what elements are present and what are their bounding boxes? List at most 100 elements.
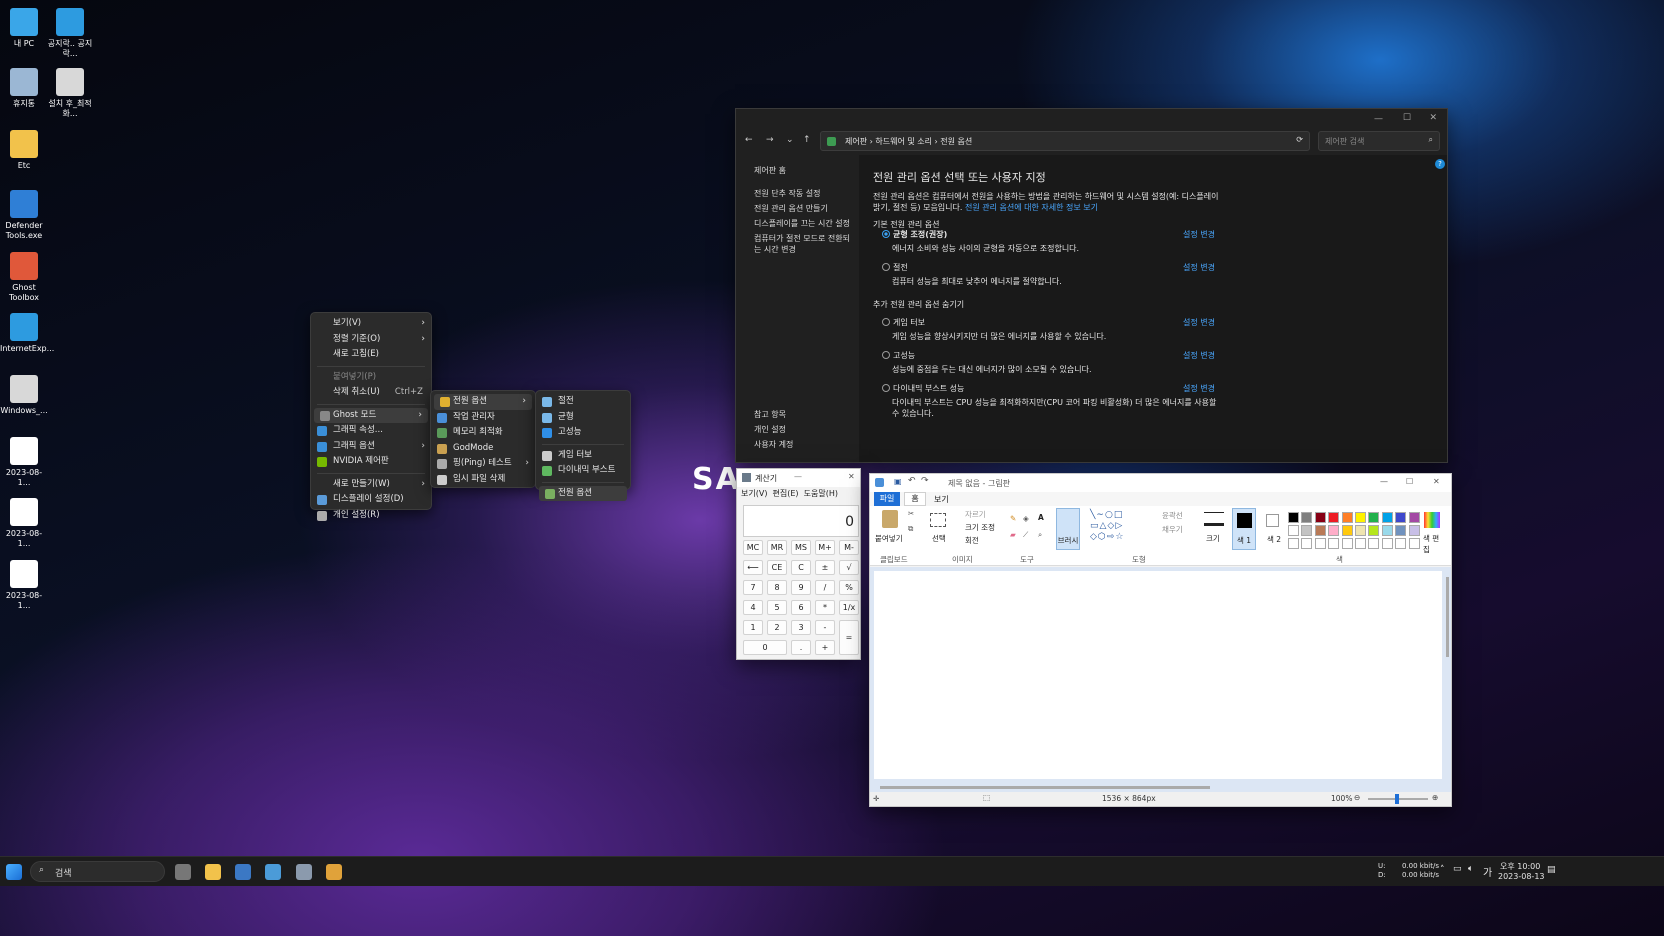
palette-swatch[interactable] — [1288, 512, 1299, 523]
drawing-canvas[interactable] — [874, 571, 1442, 779]
taskbar-search[interactable]: ⌕ 검색 — [30, 861, 165, 882]
tray-chevron-icon[interactable]: ˄ — [1440, 865, 1445, 875]
vertical-scrollbar[interactable] — [1446, 577, 1449, 657]
calc-key[interactable]: M+ — [815, 540, 835, 555]
calc-key[interactable]: ± — [815, 560, 835, 575]
palette-empty-swatch[interactable] — [1328, 538, 1340, 549]
sidebar-link[interactable]: 사용자 계정 — [754, 439, 793, 450]
forward-icon[interactable]: → — [766, 135, 774, 145]
paste-icon[interactable] — [882, 510, 898, 528]
edit-colors-icon[interactable] — [1424, 512, 1440, 528]
palette-swatch[interactable] — [1301, 512, 1313, 523]
calc-key[interactable]: . — [791, 640, 811, 655]
menu-item[interactable]: 작업 관리자 — [431, 410, 535, 426]
menu-item[interactable]: 보기(V) › — [311, 316, 431, 332]
palette-empty-swatch[interactable] — [1301, 538, 1313, 549]
menu-item[interactable]: Ghost 모드 › — [314, 407, 428, 423]
palette-swatch[interactable] — [1328, 525, 1340, 536]
size-icon[interactable] — [1204, 512, 1224, 526]
network-icon[interactable]: ▭ — [1453, 864, 1462, 874]
cut-icon[interactable]: ✂ — [908, 509, 914, 518]
calc-key[interactable]: MC — [743, 540, 763, 555]
palette-empty-swatch[interactable] — [1408, 538, 1420, 549]
refresh-icon[interactable]: ⟳ — [1296, 135, 1303, 144]
window-app-icon[interactable] — [235, 864, 251, 880]
menu-item[interactable]: 고성능 — [536, 425, 630, 441]
desktop-icon[interactable]: Defender Tools.exe — [0, 190, 48, 241]
size-button[interactable]: 크기 — [1206, 533, 1220, 544]
calc-key[interactable]: 3 — [791, 620, 811, 635]
menu-item[interactable]: 정렬 기준(O) › — [311, 332, 431, 348]
palette-swatch[interactable] — [1328, 512, 1340, 523]
palette-empty-swatch[interactable] — [1288, 538, 1299, 549]
edit-colors-button[interactable]: 색 편집 — [1423, 533, 1441, 555]
calc-key[interactable]: 8 — [767, 580, 787, 595]
power-plan-radio[interactable] — [882, 318, 890, 326]
change-settings-link[interactable]: 설정 변경 — [1183, 317, 1215, 328]
palette-swatch[interactable] — [1288, 525, 1299, 536]
minimize-icon[interactable]: — — [1380, 477, 1388, 486]
palette-swatch[interactable] — [1355, 525, 1366, 536]
maximize-icon[interactable]: ☐ — [1403, 113, 1411, 123]
power-plan-radio[interactable] — [882, 263, 890, 271]
task-view-icon[interactable] — [175, 864, 191, 880]
desktop-icon[interactable]: 내 PC — [0, 8, 48, 49]
palette-swatch[interactable] — [1395, 512, 1407, 523]
palette-empty-swatch[interactable] — [1314, 538, 1326, 549]
minimize-icon[interactable]: — — [1374, 114, 1383, 124]
calc-key[interactable]: - — [815, 620, 835, 635]
sidebar-link[interactable]: 전원 관리 옵션 만들기 — [754, 203, 859, 214]
palette-swatch[interactable] — [1381, 512, 1393, 523]
menu-item[interactable]: 새로 만들기(W) › — [311, 477, 431, 493]
more-info-link[interactable]: 전원 관리 옵션에 대한 자세한 정보 보기 — [965, 203, 1098, 212]
palette-empty-swatch[interactable] — [1355, 538, 1366, 549]
control-panel-taskbar-icon[interactable] — [265, 864, 281, 880]
calculator-taskbar-icon[interactable] — [296, 864, 312, 880]
desktop-icon[interactable]: 휴지통 — [0, 68, 48, 109]
menu-item[interactable]: 게임 터보 — [536, 448, 630, 464]
tab-view[interactable]: 보기 — [934, 494, 949, 505]
palette-swatch[interactable] — [1314, 525, 1326, 536]
menu-item[interactable]: 다이내믹 부스트 — [536, 463, 630, 479]
text-icon[interactable]: A — [1038, 513, 1044, 522]
change-settings-link[interactable]: 설정 변경 — [1183, 350, 1215, 361]
calc-key[interactable]: 6 — [791, 600, 811, 615]
magnifier-icon[interactable]: ⌕ — [1038, 530, 1042, 540]
menu-item[interactable]: 디스플레이 설정(D) — [311, 492, 431, 508]
palette-swatch[interactable] — [1395, 525, 1407, 536]
menu-item[interactable]: 핑(Ping) 테스트 › — [431, 456, 535, 472]
undo-icon[interactable]: ↶ — [908, 476, 916, 486]
desktop-icon[interactable]: 공지락.. 공지락... — [46, 8, 94, 59]
desktop-icon[interactable]: Etc — [0, 130, 48, 171]
close-icon[interactable]: ✕ — [1429, 113, 1437, 123]
palette-swatch[interactable] — [1355, 512, 1366, 523]
clock-time[interactable]: 오후 10:00 — [1500, 861, 1540, 872]
tab-home[interactable]: 홈 — [904, 492, 926, 506]
paint-taskbar-icon[interactable] — [326, 864, 342, 880]
change-settings-link[interactable]: 설정 변경 — [1183, 383, 1215, 394]
calc-key[interactable]: % — [839, 580, 859, 595]
file-explorer-icon[interactable] — [205, 864, 221, 880]
calc-key[interactable]: 1/x — [839, 600, 859, 615]
search-input[interactable]: 제어판 검색 ⌕ — [1318, 131, 1440, 151]
power-plan-radio[interactable] — [882, 351, 890, 359]
menu-item[interactable]: 전원 옵션 — [539, 485, 627, 501]
palette-empty-swatch[interactable] — [1341, 538, 1353, 549]
fill-icon[interactable]: ◈ — [1023, 514, 1029, 523]
sidebar-link[interactable]: 컴퓨터가 절전 모드로 전환되는 시간 변경 — [754, 233, 852, 255]
redo-icon[interactable]: ↷ — [921, 476, 929, 486]
extra-plans-label[interactable]: 추가 전원 관리 옵션 숨기기 — [873, 299, 964, 310]
power-plan-radio[interactable] — [882, 384, 890, 392]
calc-key[interactable]: 1 — [743, 620, 763, 635]
zoom-in-icon[interactable]: ⊕ — [1432, 793, 1438, 802]
palette-empty-swatch[interactable] — [1395, 538, 1407, 549]
calc-key[interactable]: 0 — [743, 640, 787, 655]
eraser-icon[interactable]: ▰ — [1010, 530, 1016, 539]
help-icon[interactable]: ? — [1435, 159, 1445, 169]
maximize-icon[interactable]: ☐ — [1406, 477, 1413, 486]
paste-button[interactable]: 붙여넣기 — [875, 533, 903, 544]
tab-file[interactable]: 파일 — [874, 492, 900, 506]
start-icon[interactable] — [6, 864, 22, 880]
sidebar-home-link[interactable]: 제어판 홈 — [754, 165, 859, 176]
notification-icon[interactable]: ▤ — [1547, 865, 1556, 875]
